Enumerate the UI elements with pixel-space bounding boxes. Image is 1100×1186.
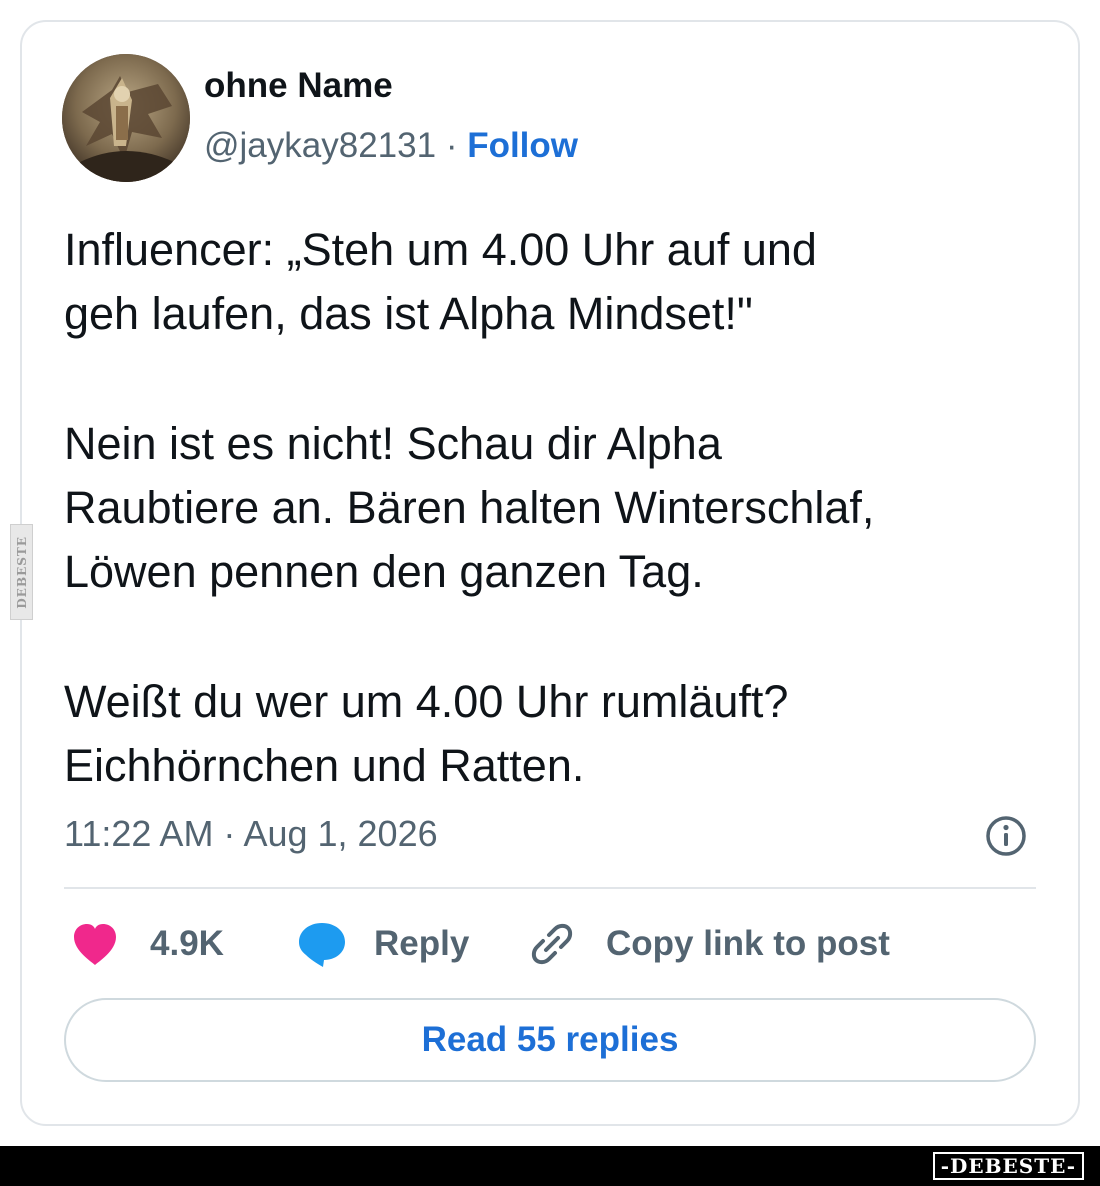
reply-button[interactable]: Reply [296, 916, 469, 972]
reply-label: Reply [374, 924, 470, 963]
timestamp[interactable]: 11:22 AM · Aug 1, 2026 [64, 813, 438, 855]
handle[interactable]: @jaykay82131 [204, 126, 436, 165]
side-watermark-text: DEBESTE [14, 535, 29, 609]
link-icon [531, 923, 573, 965]
handle-row: @jaykay82131 · Follow [204, 126, 578, 166]
tweet-text: Influencer: „Steh um 4.00 Uhr auf und ge… [64, 218, 1044, 798]
tweet-paragraph: Weißt du wer um 4.00 Uhr rumläuft? Eichh… [64, 670, 1044, 798]
copy-link-button[interactable]: Copy link to post [528, 916, 890, 972]
footer-bar: -DEBESTE- [0, 1146, 1100, 1186]
footer-logo: -DEBESTE- [932, 1152, 1084, 1180]
copy-link-label: Copy link to post [606, 924, 890, 963]
side-watermark: DEBESTE [10, 524, 33, 620]
speech-bubble-icon [299, 923, 345, 967]
tweet-line: Weißt du wer um 4.00 Uhr rumläuft? [64, 676, 789, 727]
avatar-image [62, 54, 190, 182]
follow-button[interactable]: Follow [467, 126, 578, 165]
read-replies-button[interactable]: Read 55 replies [64, 998, 1036, 1082]
handle-separator: · [445, 126, 458, 165]
tweet-line: Raubtiere an. Bären halten Winterschlaf, [64, 482, 875, 533]
tweet-line: Nein ist es nicht! Schau dir Alpha [64, 418, 722, 469]
tweet-paragraph: Nein ist es nicht! Schau dir Alpha Raubt… [64, 412, 1044, 604]
like-count: 4.9K [150, 924, 224, 963]
avatar[interactable] [62, 54, 190, 182]
divider [64, 887, 1036, 889]
page: ohne Name @jaykay82131 · Follow Influenc… [0, 0, 1100, 1186]
tweet-paragraph: Influencer: „Steh um 4.00 Uhr auf und ge… [64, 218, 1044, 346]
info-icon[interactable] [984, 814, 1028, 858]
like-button[interactable]: 4.9K [70, 916, 224, 972]
tweet-line: Eichhörnchen und Ratten. [64, 740, 585, 791]
tweet-line: Influencer: „Steh um 4.00 Uhr auf und [64, 224, 817, 275]
tweet-line: Löwen pennen den ganzen Tag. [64, 546, 704, 597]
read-replies-label: Read 55 replies [421, 1020, 679, 1059]
heart-icon [74, 924, 116, 965]
display-name[interactable]: ohne Name [204, 66, 393, 106]
tweet-line: geh laufen, das ist Alpha Mindset!" [64, 288, 753, 339]
